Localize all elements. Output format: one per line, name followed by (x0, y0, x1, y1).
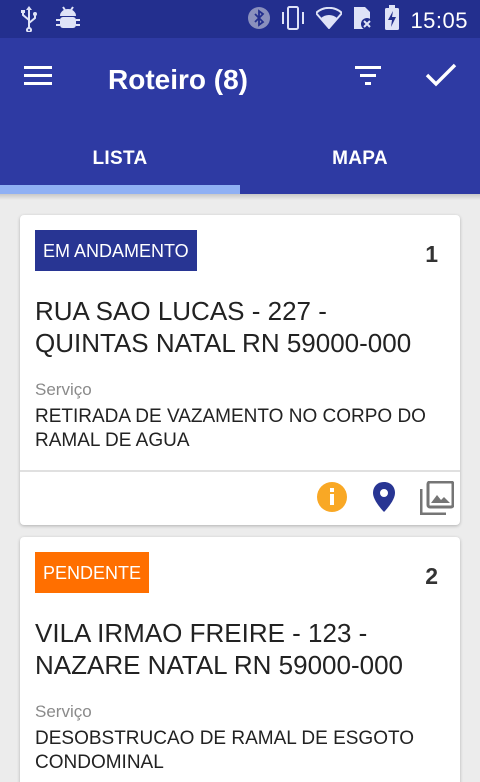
status-badge: EM ANDAMENTO (35, 230, 197, 271)
card-number: 2 (425, 563, 438, 589)
card-actions (316, 480, 455, 516)
tab-mapa[interactable]: MAPA (240, 122, 480, 194)
route-card[interactable]: EM ANDAMENTO 1 RUA SAO LUCAS - 227 - QUI… (20, 215, 460, 525)
status-badge: PENDENTE (35, 552, 150, 593)
tab-lista[interactable]: LISTA (0, 122, 240, 194)
check-icon[interactable] (424, 60, 466, 100)
divider (20, 470, 460, 472)
photos-icon[interactable] (419, 480, 455, 516)
route-card[interactable]: PENDENTE 2 VILA IRMAO FREIRE - 123 - NAZ… (20, 537, 460, 782)
menu-icon[interactable] (22, 64, 62, 96)
service-label: Serviço (35, 380, 92, 399)
usb-icon (20, 6, 38, 37)
tab-indicator (0, 185, 240, 194)
clock: 15:05 (410, 7, 468, 33)
service-value: RETIRADA DE VAZAMENTO NO CORPO DO RAMAL … (35, 406, 426, 451)
bluetooth-icon (248, 7, 271, 34)
location-pin-icon[interactable] (368, 481, 400, 513)
tab-bar: LISTA MAPA (0, 122, 480, 194)
wifi-icon (315, 6, 344, 34)
app-bar: Roteiro (8) (0, 38, 480, 122)
tabs-shadow (0, 194, 480, 200)
vibrate-icon (280, 6, 306, 35)
service-label: Serviço (35, 702, 92, 721)
service-value: DESOBSTRUCAO DE RAMAL DE ESGOTO CONDOMIN… (35, 728, 415, 773)
status-bar: 15:05 (0, 0, 480, 38)
info-icon[interactable] (316, 481, 348, 513)
address: VILA IRMAO FREIRE - 123 - NAZARE NATAL R… (35, 618, 403, 680)
battery-charging-icon (384, 5, 400, 36)
android-debug-icon (56, 6, 80, 37)
page-title: Roteiro (8) (108, 64, 248, 95)
filter-icon[interactable] (352, 64, 392, 96)
address: RUA SAO LUCAS - 227 - QUINTAS NATAL RN 5… (35, 296, 412, 358)
no-sim-icon (352, 6, 374, 35)
card-number: 1 (425, 241, 438, 267)
